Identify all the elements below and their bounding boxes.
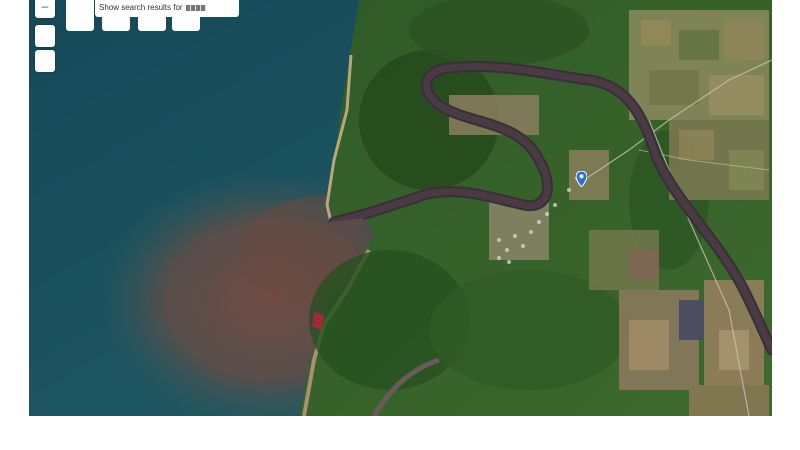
map-tool-button-2[interactable]: [35, 50, 55, 72]
satellite-map[interactable]: [29, 0, 772, 416]
minus-icon: –: [41, 0, 49, 13]
satellite-imagery: [29, 0, 772, 416]
page: – Show search results for: [0, 0, 800, 450]
map-pin-icon[interactable]: [575, 170, 588, 188]
map-tool-button[interactable]: [35, 25, 55, 47]
search-results-banner[interactable]: Show search results for: [95, 0, 239, 17]
search-banner-text: Show search results for: [99, 3, 183, 12]
top-chip-1[interactable]: [66, 0, 94, 31]
zoom-out-button[interactable]: –: [35, 0, 55, 18]
redacted-query: [185, 4, 206, 11]
